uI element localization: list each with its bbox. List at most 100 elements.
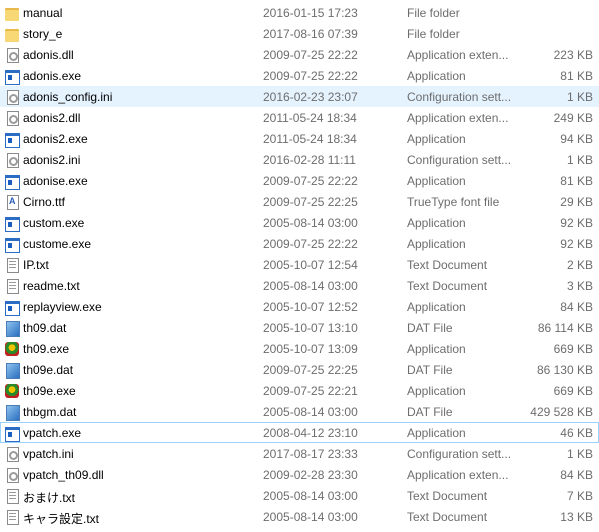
file-name: th09.dat [23, 321, 67, 335]
file-type: Application [407, 216, 466, 230]
file-name: adonise.exe [23, 174, 88, 188]
text-icon [4, 257, 20, 273]
file-row[interactable]: vpatch_th09.dll 2009-02-28 23:30 Applica… [0, 464, 599, 485]
file-size: 92 KB [560, 216, 593, 230]
file-name: custom.exe [23, 216, 85, 230]
file-row[interactable]: replayview.exe 2005-10-07 12:52 Applicat… [0, 296, 599, 317]
file-row[interactable]: th09e.dat 2009-07-25 22:25 DAT File 86 1… [0, 359, 599, 380]
file-date: 2011-05-24 18:34 [263, 132, 357, 146]
game-icon [4, 341, 20, 357]
file-name: manual [23, 6, 63, 20]
file-name: Cirno.ttf [23, 195, 66, 209]
file-name: story_e [23, 27, 63, 41]
file-name: vpatch.exe [23, 426, 82, 440]
file-row[interactable]: adonis.dll 2009-07-25 22:22 Application … [0, 44, 599, 65]
dat-icon [4, 404, 20, 421]
file-type: Text Document [407, 279, 488, 293]
file-name: vpatch_th09.dll [23, 468, 104, 482]
file-type: Application [407, 69, 466, 83]
file-size: 29 KB [560, 195, 593, 209]
file-name: adonis.dll [23, 48, 74, 62]
file-type: DAT File [407, 405, 453, 419]
file-row[interactable]: Cirno.ttf 2009-07-25 22:25 TrueType font… [0, 191, 599, 212]
file-row[interactable]: おまけ.txt 2005-08-14 03:00 Text Document 7… [0, 485, 599, 506]
file-size: 94 KB [560, 132, 593, 146]
file-date: 2005-10-07 12:54 [263, 258, 358, 272]
file-row[interactable]: th09.dat 2005-10-07 13:10 DAT File 86 11… [0, 317, 599, 338]
file-date: 2009-07-25 22:21 [263, 384, 358, 398]
file-name: おまけ.txt [23, 491, 76, 505]
file-row[interactable]: adonis2.exe 2011-05-24 18:34 Application… [0, 128, 599, 149]
font-icon [4, 194, 20, 210]
ini-icon [4, 152, 20, 168]
file-date: 2009-07-25 22:25 [263, 363, 358, 377]
file-name: IP.txt [23, 258, 49, 272]
file-row[interactable]: IP.txt 2005-10-07 12:54 Text Document 2 … [0, 254, 599, 275]
file-row[interactable]: story_e 2017-08-16 07:39 File folder [0, 23, 599, 44]
file-date: 2005-08-14 03:00 [263, 216, 358, 230]
file-date: 2005-10-07 12:52 [263, 300, 358, 314]
file-name: adonis_config.ini [23, 90, 113, 104]
file-type: DAT File [407, 363, 453, 377]
file-row[interactable]: adonise.exe 2009-07-25 22:22 Application… [0, 170, 599, 191]
file-row[interactable]: readme.txt 2005-08-14 03:00 Text Documen… [0, 275, 599, 296]
file-row[interactable]: adonis_config.ini 2016-02-23 23:07 Confi… [0, 86, 599, 107]
file-type: TrueType font file [407, 195, 500, 209]
file-date: 2016-02-28 11:11 [263, 153, 356, 167]
exe-icon [4, 215, 20, 232]
file-date: 2009-02-28 23:30 [263, 468, 358, 482]
file-row[interactable]: th09.exe 2005-10-07 13:09 Application 66… [0, 338, 599, 359]
file-row[interactable]: custome.exe 2009-07-25 22:22 Application… [0, 233, 599, 254]
folder-icon [4, 5, 20, 21]
file-date: 2009-07-25 22:22 [263, 48, 358, 62]
text-icon [4, 509, 20, 525]
file-type: Application [407, 384, 466, 398]
file-row[interactable]: thbgm.dat 2005-08-14 03:00 DAT File 429 … [0, 401, 599, 422]
file-type: File folder [407, 27, 460, 41]
file-size: 429 528 KB [530, 405, 593, 419]
file-size: 81 KB [560, 69, 593, 83]
exe-icon [4, 131, 20, 148]
file-size: 84 KB [560, 300, 593, 314]
file-type: File folder [407, 6, 460, 20]
file-list: manual 2016-01-15 17:23 File folder stor… [0, 2, 599, 527]
file-row[interactable]: adonis.exe 2009-07-25 22:22 Application … [0, 65, 599, 86]
exe-icon [4, 236, 20, 253]
file-type: Application exten... [407, 111, 509, 125]
file-type: Application [407, 426, 466, 440]
file-size: 249 KB [553, 111, 593, 125]
file-date: 2005-10-07 13:10 [263, 321, 358, 335]
file-type: DAT File [407, 321, 453, 335]
file-size: 1 KB [566, 153, 593, 167]
game-icon [4, 383, 20, 399]
ini-icon [4, 89, 20, 105]
text-icon [4, 278, 20, 294]
file-size: 1 KB [566, 90, 593, 104]
file-name: th09e.exe [23, 384, 76, 398]
file-row[interactable]: th09e.exe 2009-07-25 22:21 Application 6… [0, 380, 599, 401]
file-date: 2005-08-14 03:00 [263, 279, 358, 293]
exe-icon [4, 173, 20, 190]
exe-icon [4, 68, 20, 85]
file-size: 2 KB [566, 258, 593, 272]
file-row[interactable]: manual 2016-01-15 17:23 File folder [0, 2, 599, 23]
file-row[interactable]: custom.exe 2005-08-14 03:00 Application … [0, 212, 599, 233]
file-size: 81 KB [560, 174, 593, 188]
file-type: Text Document [407, 510, 488, 524]
exe-icon [4, 425, 20, 442]
file-name: adonis2.ini [23, 153, 81, 167]
file-size: 86 130 KB [536, 363, 593, 377]
file-date: 2005-08-14 03:00 [263, 405, 358, 419]
file-type: Application exten... [407, 468, 509, 482]
file-size: 223 KB [553, 48, 593, 62]
file-row[interactable]: adonis2.ini 2016-02-28 11:11 Configurati… [0, 149, 599, 170]
file-row[interactable]: キャラ設定.txt 2005-08-14 03:00 Text Document… [0, 506, 599, 527]
file-size: 84 KB [560, 468, 593, 482]
file-name: th09e.dat [23, 363, 74, 377]
file-row[interactable]: vpatch.exe 2008-04-12 23:10 Application … [0, 422, 599, 443]
file-name: thbgm.dat [23, 405, 77, 419]
file-row[interactable]: adonis2.dll 2011-05-24 18:34 Application… [0, 107, 599, 128]
file-name: adonis.exe [23, 69, 82, 83]
file-size: 7 KB [566, 489, 593, 503]
file-row[interactable]: vpatch.ini 2017-08-17 23:33 Configuratio… [0, 443, 599, 464]
